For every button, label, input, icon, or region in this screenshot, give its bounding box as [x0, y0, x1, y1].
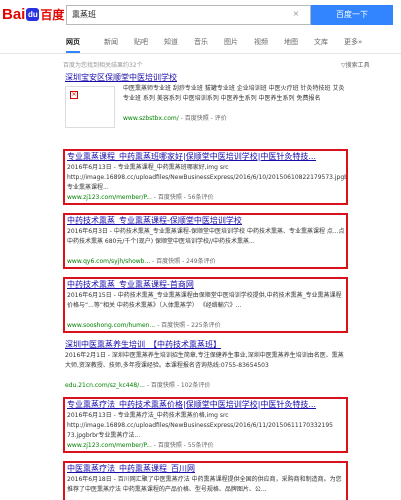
- result-title[interactable]: 中药技术熏蒸_专业熏蒸课程-保顺堂中医培训学校: [65, 215, 346, 227]
- result-title[interactable]: 专业熏蒸课程_中药熏蒸班哪家好|保顺堂中医培训学校|中医针灸特技...: [65, 151, 346, 163]
- tab-news[interactable]: 新闻: [104, 36, 118, 48]
- result-title[interactable]: 深圳宝安区保顺堂中医培训学校: [63, 72, 348, 84]
- search-tabs: 网页 新闻 贴吧 知道 音乐 图片 视频 地图 文库 更多»: [0, 30, 401, 54]
- result-abstract: 2016年6月18日 - 百川网汇聚了中医熏蒸疗法 中药熏蒸课程提供全国的供应商…: [67, 476, 342, 493]
- result-title[interactable]: 中药技术熏蒸_专业熏蒸课程-首商网: [65, 279, 346, 291]
- top-search-bar: Bai du 百度 熏蒸班 × 百度一下: [0, 0, 401, 30]
- result-item: 专业熏蒸疗法_中药技术熏蒸价格|保顺堂中医培训学校|中医针灸特技... 2016…: [63, 397, 348, 453]
- result-abstract: 2016年6月3日 - 中药技术熏蒸_专业熏蒸课程-保顺堂中医培训学校 中药技术…: [67, 228, 345, 245]
- result-abstract: 2016年2月1日 - 深圳中医熏蒸养生培训招生简章,专注保健养生事业,深圳中医…: [65, 352, 344, 369]
- result-item: 中药技术熏蒸_专业熏蒸课程-首商网 2016年6月15日 - 中药技术熏蒸_专业…: [63, 277, 348, 333]
- result-url[interactable]: www.zj123.com/member/P... - 百度快照 - 55条评价: [65, 441, 346, 450]
- result-item: 深圳中医熏蒸养生培训_【中药技术熏蒸班】 2016年2月1日 - 深圳中医熏蒸养…: [63, 339, 348, 391]
- tab-map[interactable]: 地图: [284, 36, 298, 48]
- result-abstract: 2016年6月15日 - 中药技术熏蒸_专业熏蒸课程由保顺堂中医培训学校提供,中…: [67, 292, 342, 309]
- result-url[interactable]: www.szbstbx.com/ - 百度快照 - 评价: [121, 114, 348, 123]
- result-abstract: 2016年6月13日 - 专业熏蒸课程_中药熏蒸班哪家好,img src htt…: [67, 164, 346, 191]
- tab-images[interactable]: 图片: [224, 36, 238, 48]
- tab-tieba[interactable]: 贴吧: [134, 36, 148, 48]
- broken-image-icon: ×: [70, 91, 78, 99]
- search-input[interactable]: 熏蒸班: [66, 5, 311, 25]
- result-thumbnail[interactable]: ×: [65, 86, 115, 128]
- tab-wenku[interactable]: 文库: [314, 36, 328, 48]
- result-item: 中医熏蒸疗法_中药熏蒸课程_百川网 2016年6月18日 - 百川网汇聚了中医熏…: [63, 461, 348, 500]
- result-url[interactable]: www.zj123.com/member/P... - 百度快照 - 56条评价: [65, 193, 346, 202]
- result-title[interactable]: 专业熏蒸疗法_中药技术熏蒸价格|保顺堂中医培训学校|中医针灸特技...: [65, 399, 346, 411]
- clear-icon[interactable]: ×: [291, 9, 301, 19]
- result-item: 专业熏蒸课程_中药熏蒸班哪家好|保顺堂中医培训学校|中医针灸特技... 2016…: [63, 149, 348, 205]
- tab-music[interactable]: 音乐: [194, 36, 208, 48]
- result-title[interactable]: 深圳中医熏蒸养生培训_【中药技术熏蒸班】: [63, 339, 348, 351]
- baidu-logo[interactable]: Bai du 百度: [2, 4, 64, 26]
- tab-zhidao[interactable]: 知道: [164, 36, 178, 48]
- tab-more[interactable]: 更多»: [344, 36, 362, 48]
- result-url[interactable]: www.qy6.com/syjh/showb... - 百度快照 - 249条评…: [65, 257, 346, 266]
- result-item: 深圳宝安区保顺堂中医培训学校 × 中医熏蒸师专业班 刮痧专业班 拔罐专业班 企业…: [63, 72, 348, 138]
- result-abstract: 中医熏蒸师专业班 刮痧专业班 拔罐专业班 企业培训班 中医火疗班 针灸特技班 艾…: [123, 85, 345, 102]
- tab-web[interactable]: 网页: [66, 36, 80, 53]
- result-url[interactable]: edu.21cn.com/sz_kc448/... - 百度快照 - 102条评…: [63, 381, 348, 390]
- result-item: 中药技术熏蒸_专业熏蒸课程-保顺堂中医培训学校 2016年6月3日 - 中药技术…: [63, 213, 348, 269]
- result-count: 百度为您找到相关结果约32个: [63, 62, 143, 69]
- tab-video[interactable]: 视频: [254, 36, 268, 48]
- search-button[interactable]: 百度一下: [311, 5, 393, 25]
- paw-icon: du: [26, 8, 40, 21]
- result-abstract: 2016年6月13日 - 专业熏蒸疗法_中药技术熏蒸价格,img src htt…: [67, 412, 333, 439]
- result-title[interactable]: 中医熏蒸疗法_中药熏蒸课程_百川网: [65, 463, 346, 475]
- search-tools-button[interactable]: ▽搜索工具: [341, 60, 370, 69]
- result-url[interactable]: www.sooshong.com/humen... - 百度快照 - 225条评…: [65, 321, 346, 330]
